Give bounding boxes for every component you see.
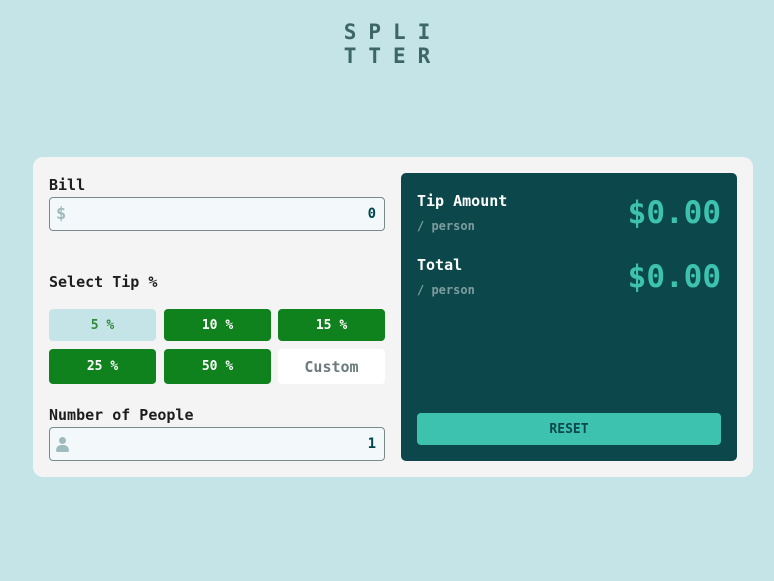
tip-option-15[interactable]: 15 % bbox=[278, 309, 385, 341]
tip-option-25[interactable]: 25 % bbox=[49, 349, 156, 384]
logo-line-1: SPLI bbox=[343, 20, 443, 44]
bill-label: Bill bbox=[49, 176, 86, 194]
tip-option-50[interactable]: 50 % bbox=[164, 349, 271, 384]
select-tip-label: Select Tip % bbox=[49, 273, 158, 291]
logo-line-2: TTER bbox=[343, 44, 443, 68]
people-field[interactable] bbox=[49, 427, 385, 461]
reset-button[interactable]: RESET bbox=[417, 413, 721, 445]
total-title: Total bbox=[417, 256, 463, 274]
person-icon bbox=[56, 428, 69, 460]
bill-input[interactable] bbox=[78, 198, 376, 230]
people-label: Number of People bbox=[49, 406, 194, 424]
tip-amount-per-person: / person bbox=[417, 219, 475, 233]
tip-amount-value: $0.00 bbox=[627, 195, 721, 231]
tip-custom-input[interactable]: Custom bbox=[278, 349, 385, 384]
dollar-icon: $ bbox=[56, 204, 67, 224]
total-per-person: / person bbox=[417, 283, 475, 297]
calculator-card: Bill $ Select Tip % 5 % 10 % 15 % 25 % 5… bbox=[33, 157, 753, 477]
tip-option-10[interactable]: 10 % bbox=[164, 309, 271, 341]
tip-amount-title: Tip Amount bbox=[417, 192, 508, 210]
tip-option-5[interactable]: 5 % bbox=[49, 309, 156, 341]
people-input[interactable] bbox=[78, 428, 376, 460]
results-panel: Tip Amount / person $0.00 Total / person… bbox=[401, 173, 737, 461]
bill-field[interactable]: $ bbox=[49, 197, 385, 231]
total-value: $0.00 bbox=[627, 259, 721, 295]
app-logo: SPLI TTER bbox=[0, 20, 774, 68]
